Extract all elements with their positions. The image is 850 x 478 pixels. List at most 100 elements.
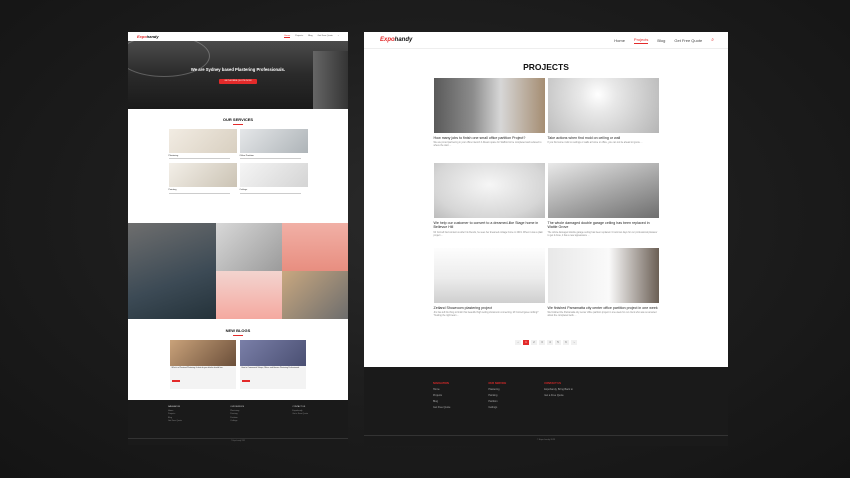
pagination-next[interactable]: › [571, 340, 577, 345]
project-card[interactable]: We finished Parramatta city center offic… [547, 248, 659, 333]
footer-column: CONTACT US Expohandy Get a Free Quote [292, 406, 308, 422]
footer-link[interactable]: Get a Free Quote [292, 413, 308, 415]
blog-image [170, 339, 236, 366]
footer-link[interactable]: Painting [230, 413, 244, 415]
pagination-page[interactable]: 5 [555, 340, 561, 345]
blog-card[interactable]: What is a Plasterer/Plastering & what do… [170, 339, 236, 389]
blog-grid: What is a Plasterer/Plastering & what do… [128, 339, 348, 389]
project-title[interactable]: How many jobs to finish one small office… [434, 136, 545, 140]
service-card[interactable]: Plastering [168, 128, 237, 160]
nav-item-blog[interactable]: Blog [308, 35, 312, 38]
service-name: Office Partition [239, 154, 254, 157]
footer-link[interactable]: Home [433, 388, 450, 391]
footer-link[interactable]: Painting [488, 394, 506, 397]
search-icon[interactable]: ⌕ [711, 37, 714, 43]
site-logo[interactable]: Expo handy [137, 34, 159, 39]
nav-item-projects[interactable]: Projects [295, 35, 303, 38]
blog-caption: What is a Plasterer/Plastering & what do… [171, 367, 223, 370]
main-nav: Home Projects Blog Get Free Quote ⌕ [614, 37, 714, 44]
project-image [547, 163, 659, 218]
footer-link[interactable]: Expohandy, Bring Back to [544, 388, 573, 391]
footer-column: NAVIGATION Home Projects Blog Get Free Q… [168, 406, 182, 422]
footer-link[interactable]: Blog [168, 417, 182, 419]
service-image [239, 128, 308, 153]
service-image [168, 128, 237, 153]
project-image [547, 248, 659, 303]
blogs-section: NEW BLOGS What is a Plasterer/Plastering… [128, 328, 348, 389]
service-text [239, 158, 301, 160]
footer-column: NAVIGATION Home Projects Blog Get Free Q… [433, 379, 450, 409]
read-more-button[interactable] [241, 379, 250, 382]
footer-link[interactable]: Projects [433, 394, 450, 397]
footer-column: CONTACT US Expohandy, Bring Back to Get … [544, 379, 573, 409]
search-icon[interactable]: ⌕ [338, 35, 339, 38]
project-title[interactable]: The whole damaged double garage ceiling … [548, 221, 659, 230]
pagination-page[interactable]: 3 [539, 340, 545, 345]
site-logo[interactable]: Expo handy [380, 37, 412, 43]
project-title[interactable]: We finished Parramatta city center offic… [548, 306, 659, 310]
hero-cta-button[interactable]: GET A FREE QUOTE NOW [219, 78, 257, 84]
footer-link[interactable]: Home [168, 410, 182, 412]
page-title: PROJECTS [523, 62, 569, 72]
service-card[interactable]: Ceilings [239, 163, 308, 194]
read-more-button[interactable] [171, 379, 180, 382]
footer-heading: NAVIGATION [168, 406, 181, 408]
footer-link[interactable]: Expohandy [292, 410, 308, 412]
footer-link[interactable]: Blog [433, 400, 450, 403]
pagination-page[interactable]: 1 [523, 340, 529, 345]
pagination-page[interactable]: 2 [531, 340, 537, 345]
nav-item-home[interactable]: Home [284, 35, 291, 38]
footer-link[interactable]: Get Free Quote [433, 406, 450, 409]
project-card[interactable]: Zetland Showroom plastering project Jim … [433, 248, 545, 333]
project-excerpt: Mr Cornell had contact us after his frie… [433, 231, 543, 237]
nav-item-quote[interactable]: Get Free Quote [674, 38, 702, 43]
project-card[interactable]: The whole damaged double garage ceiling … [547, 163, 659, 248]
pagination-page[interactable]: 6 [563, 340, 569, 345]
nav-item-blog[interactable]: Blog [657, 38, 665, 43]
nav-item-projects[interactable]: Projects [633, 37, 649, 44]
logo-text: handy [146, 34, 159, 39]
hero-banner: We are Sydney based Plastering Professio… [128, 41, 348, 109]
footer-link[interactable]: Partition [230, 417, 244, 419]
footer-link[interactable]: Ceilings [230, 420, 244, 422]
photo-mosaic [128, 223, 348, 319]
footer-heading: NAVIGATION [433, 382, 449, 385]
nav-item-home[interactable]: Home [614, 38, 625, 43]
homepage-mockup: Expo handy Home Projects Blog Get Free Qu… [128, 32, 348, 445]
footer-link[interactable]: Get Free Quote [168, 420, 182, 422]
footer-link[interactable]: Get a Free Quote [544, 394, 573, 397]
footer-link[interactable]: Projects [168, 413, 182, 415]
footer-link[interactable]: Plastering [230, 410, 244, 412]
service-card[interactable]: Painting [168, 163, 237, 194]
site-footer: NAVIGATION Home Projects Blog Get Free Q… [128, 400, 348, 445]
footer-copyright: © Expo handy 2023 [364, 435, 728, 441]
service-name: Painting [168, 189, 177, 192]
footer-link[interactable]: Plastering [488, 388, 506, 391]
title-underline [233, 124, 243, 125]
site-header: Expo handy Home Projects Blog Get Free Qu… [364, 32, 728, 49]
project-card[interactable]: Take actions when find mold on ceiling o… [547, 78, 659, 163]
pagination: ‹ 1 2 3 4 5 6 › [364, 340, 728, 345]
pagination-prev[interactable]: ‹ [515, 340, 521, 345]
pagination-page[interactable]: 4 [547, 340, 553, 345]
footer-columns: NAVIGATION Home Projects Blog Get Free Q… [364, 367, 728, 409]
service-text [239, 192, 301, 194]
service-text [168, 158, 230, 160]
project-card[interactable]: How many jobs to finish one small office… [433, 78, 545, 163]
footer-heading: OUR SERVICE [230, 406, 245, 408]
mosaic-photo [128, 223, 216, 319]
service-image [239, 163, 308, 188]
project-title[interactable]: Zetland Showroom plastering project [434, 306, 545, 310]
project-title[interactable]: Take actions when find mold on ceiling o… [548, 136, 659, 140]
project-card[interactable]: We help our customer to convert to a dre… [433, 163, 545, 248]
project-title[interactable]: We help our customer to convert to a dre… [434, 221, 545, 230]
blogs-title: NEW BLOGS [225, 328, 251, 333]
nav-item-quote[interactable]: Get Free Quote [318, 35, 333, 38]
project-image [433, 78, 545, 133]
footer-link[interactable]: Partition [488, 400, 506, 403]
footer-link[interactable]: Ceilings [488, 406, 506, 409]
service-image [168, 163, 237, 188]
service-name: Plastering [168, 154, 179, 157]
blog-card[interactable]: How to Commercial Shops, Offices and Hou… [240, 339, 306, 389]
service-card[interactable]: Office Partition [239, 128, 308, 160]
